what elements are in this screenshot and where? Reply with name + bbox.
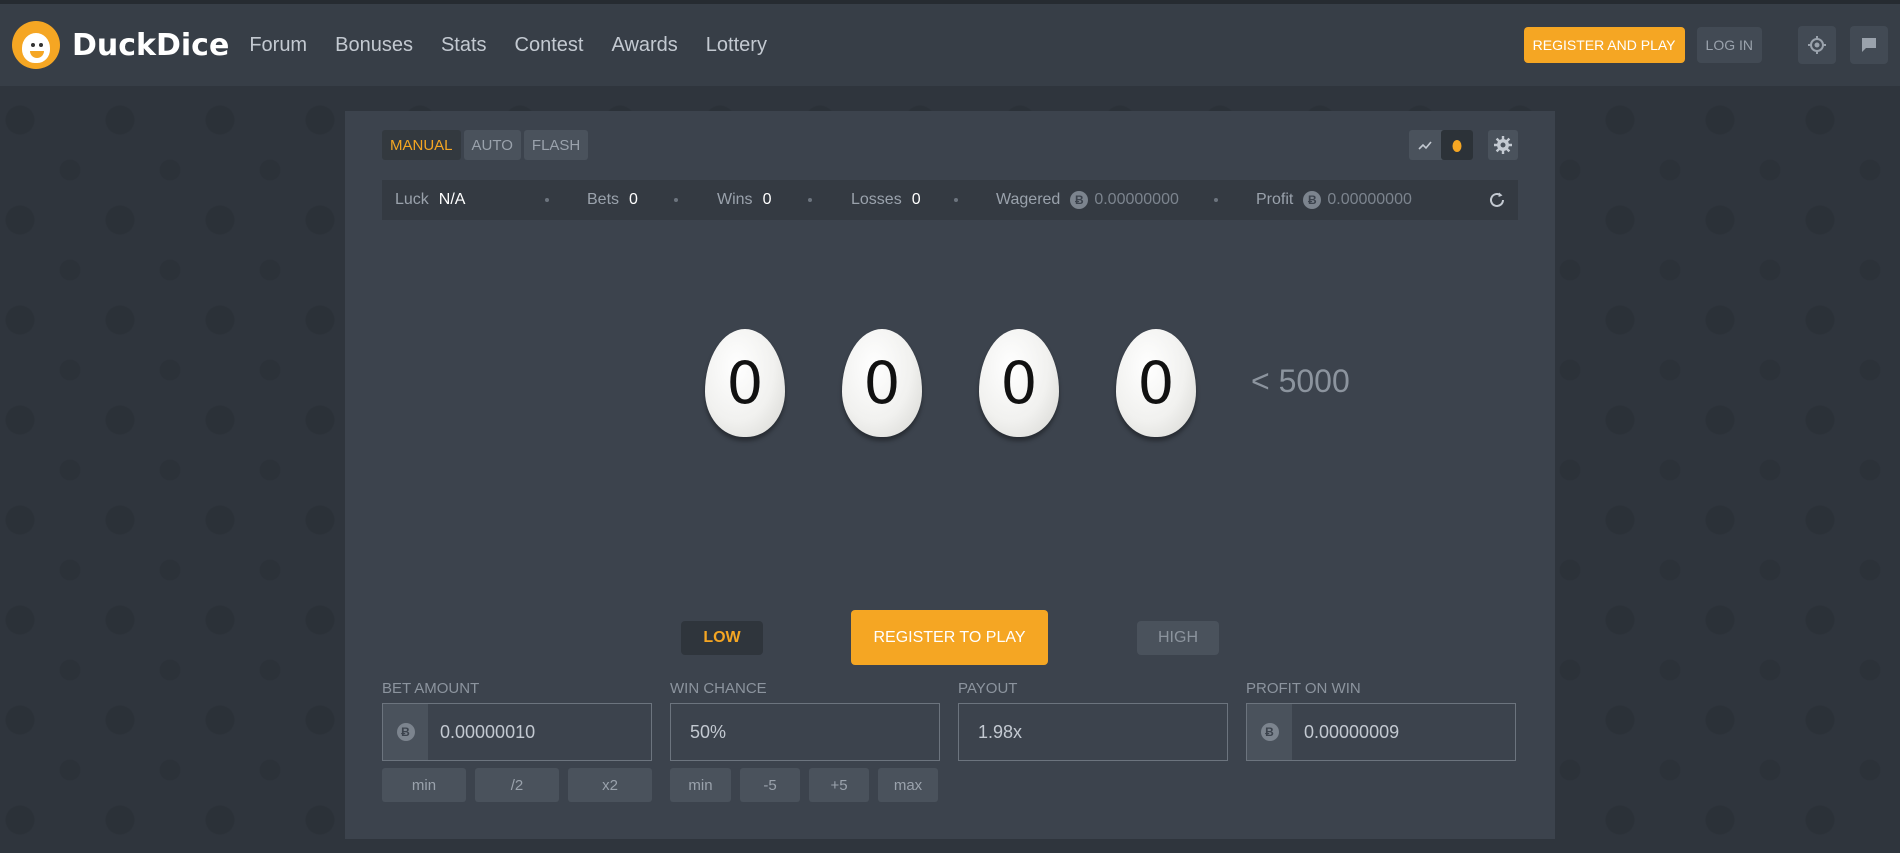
nav-awards[interactable]: Awards (611, 34, 677, 57)
payout-label: PAYOUT (958, 680, 1018, 697)
stat-wagered: Wagered Ƀ 0.00000000 (996, 191, 1179, 209)
result-egg: 0 (842, 329, 922, 437)
nav-stats[interactable]: Stats (441, 34, 487, 57)
chance-min-button[interactable]: min (670, 768, 731, 802)
refresh-stats-button[interactable] (1488, 191, 1506, 214)
bet-high-button[interactable]: HIGH (1137, 621, 1219, 655)
register-and-play-button[interactable]: REGISTER AND PLAY (1523, 27, 1685, 63)
win-chance-quick-buttons: min -5 +5 max (670, 768, 947, 802)
stat-luck: Luck N/A (395, 191, 466, 208)
crosshair-icon (1808, 36, 1826, 54)
win-chance-input[interactable]: 50% (670, 703, 940, 761)
chance-plus-five-button[interactable]: +5 (809, 768, 869, 802)
chance-minus-five-button[interactable]: -5 (740, 768, 800, 802)
stat-profit: Profit Ƀ 0.00000000 (1256, 191, 1412, 209)
separator-dot (1214, 198, 1218, 202)
separator-dot (674, 198, 678, 202)
nav-contest[interactable]: Contest (515, 34, 584, 57)
profit-on-win-label: PROFIT ON WIN (1246, 680, 1361, 697)
brand-name: DuckDice (72, 27, 230, 63)
nav-forum[interactable]: Forum (249, 34, 307, 57)
settings-button[interactable] (1488, 130, 1518, 160)
stat-losses: Losses 0 (851, 191, 921, 208)
tab-flash[interactable]: FLASH (523, 130, 589, 160)
result-egg: 0 (979, 329, 1059, 437)
bet-double-button[interactable]: x2 (568, 768, 652, 802)
gear-icon (1494, 136, 1512, 154)
roll-result-eggs: 0 0 0 0 < 5000 (345, 329, 1555, 449)
bet-amount-input[interactable]: Ƀ 0.00000010 (382, 703, 652, 761)
logo[interactable]: DuckDice (12, 21, 229, 69)
chat-button[interactable] (1850, 26, 1888, 64)
profit-on-win-field: PROFIT ON WIN Ƀ 0.00000009 (1246, 680, 1516, 761)
tab-auto[interactable]: AUTO (463, 130, 521, 160)
result-egg: 0 (1116, 329, 1196, 437)
egg-view-toggle[interactable] (1441, 130, 1473, 160)
mode-tabs: MANUAL AUTO FLASH (382, 130, 591, 160)
dice-game-panel: MANUAL AUTO FLASH Luck N/A Bets 0 Wins 0… (345, 111, 1555, 839)
chart-view-toggle[interactable] (1409, 130, 1441, 160)
profit-on-win-input[interactable]: Ƀ 0.00000009 (1246, 703, 1516, 761)
bet-half-button[interactable]: /2 (475, 768, 559, 802)
chance-max-button[interactable]: max (878, 768, 938, 802)
separator-dot (808, 198, 812, 202)
location-button[interactable] (1798, 26, 1836, 64)
bitcoin-icon: Ƀ (1260, 723, 1279, 741)
bet-min-button[interactable]: min (382, 768, 466, 802)
login-button[interactable]: LOG IN (1696, 27, 1762, 63)
nav-lottery[interactable]: Lottery (706, 34, 767, 57)
payout-input[interactable]: 1.98x (958, 703, 1228, 761)
header-actions: REGISTER AND PLAY LOG IN (1523, 4, 1900, 86)
register-to-play-button[interactable]: REGISTER TO PLAY (851, 610, 1048, 665)
refresh-icon (1490, 192, 1504, 207)
bet-amount-field: BET AMOUNT Ƀ 0.00000010 (382, 680, 652, 761)
tab-manual[interactable]: MANUAL (382, 130, 461, 160)
roll-target: < 5000 (1251, 363, 1350, 399)
bitcoin-icon: Ƀ (1070, 191, 1089, 209)
bet-low-button[interactable]: LOW (681, 621, 763, 655)
egg-icon (1452, 140, 1462, 152)
result-egg: 0 (705, 329, 785, 437)
site-header: DuckDice Forum Bonuses Stats Contest Awa… (0, 4, 1900, 86)
bitcoin-icon: Ƀ (396, 723, 415, 741)
win-chance-label: WIN CHANCE (670, 680, 767, 697)
payout-field: PAYOUT 1.98x (958, 680, 1228, 761)
bet-amount-quick-buttons: min /2 x2 (382, 768, 661, 802)
bet-amount-label: BET AMOUNT (382, 680, 480, 697)
bitcoin-icon: Ƀ (1303, 191, 1322, 209)
win-chance-field: WIN CHANCE 50% (670, 680, 940, 761)
stat-bets: Bets 0 (587, 191, 638, 208)
separator-dot (954, 198, 958, 202)
nav-bonuses[interactable]: Bonuses (335, 34, 413, 57)
stat-wins: Wins 0 (717, 191, 772, 208)
chat-icon (1862, 38, 1876, 52)
main-nav: Forum Bonuses Stats Contest Awards Lotte… (249, 34, 795, 57)
session-stats: Luck N/A Bets 0 Wins 0 Losses 0 Wagered … (382, 180, 1518, 220)
duck-logo-icon (12, 21, 60, 69)
view-toggle (1409, 130, 1473, 160)
separator-dot (545, 198, 549, 202)
chart-line-icon (1418, 141, 1432, 150)
